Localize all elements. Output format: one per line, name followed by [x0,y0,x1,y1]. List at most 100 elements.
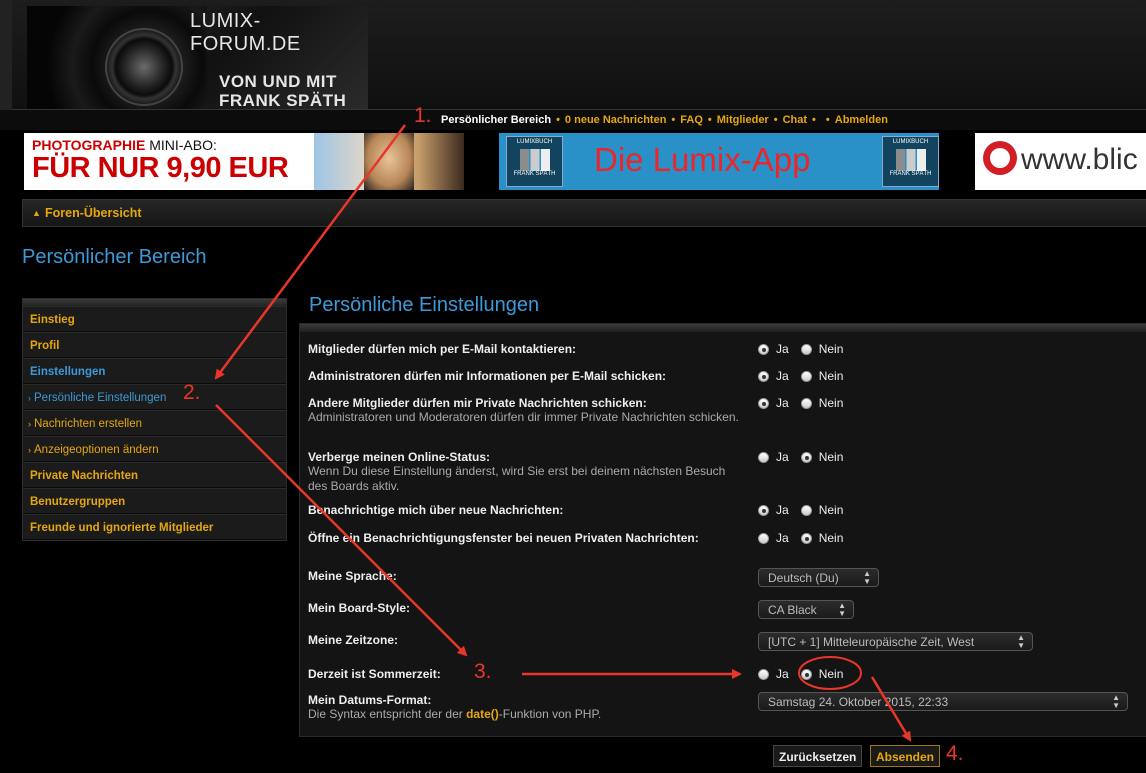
sidebar-item-usergroups[interactable]: Benutzergruppen [23,488,286,514]
logo-site-name: LUMIX-FORUM.DE [190,10,301,55]
radio-yes[interactable] [758,505,769,516]
radio-yes[interactable] [758,398,769,409]
radio-no[interactable] [800,344,812,355]
chevron-right-icon: › [28,445,31,455]
updown-chevron-icon: ▲ ▼ [1017,633,1025,650]
nav-logout[interactable]: Abmelden [835,114,888,126]
sidebar: Einstieg Profil Einstellungen › Persönlic… [22,298,287,541]
banner-photographie-abo[interactable]: PHOTOGRAPHIE MINI-ABO: FÜR NUR 9,90 EUR [24,133,464,190]
breadcrumb-forum-index[interactable]: Foren-Übersicht [45,206,142,220]
radio-yes[interactable] [758,669,769,680]
radio-yes-label: Ja [776,369,789,383]
radio-no[interactable] [800,371,812,382]
radio-group-allow-pm: Ja Nein [758,396,855,410]
radio-no-label: Nein [818,396,844,410]
date-function-link[interactable]: date() [466,707,499,721]
timezone-select[interactable]: [UTC + 1] Mitteleuropäische Zeit, West ▲… [758,632,1033,651]
radio-no-label: Nein [818,667,844,681]
setting-description: Die Syntax entspricht der der date()-Fun… [308,707,601,722]
banner1-offer: MINI-ABO: [145,137,217,153]
nav-separator: • [671,114,676,126]
radio-yes-label: Ja [776,342,789,356]
timezone-select-value: [UTC + 1] Mitteleuropäische Zeit, West [768,635,975,649]
page: LUMIX-FORUM.DE VON UND MIT FRANK SPÄTH P… [0,0,1146,773]
submit-button[interactable]: Absenden [870,745,941,767]
radio-yes[interactable] [758,452,769,463]
date-format-select-value: Samstag 24. Oktober 2015, 22:33 [768,695,949,709]
magazine-face-image [364,133,414,190]
nav-new-messages[interactable]: neue Nachrichten [574,114,666,126]
radio-group-notify-pm: Ja Nein [758,503,855,517]
banner-lumix-app[interactable]: LUMIXBUCH FRANK SPÄTH Die Lumix-App LUMIX… [499,133,939,190]
banner-blic[interactable]: www.blic [975,133,1146,190]
sidebar-item-settings[interactable]: Einstellungen [23,358,286,384]
caret-up-icon: ▲ [32,208,41,218]
setting-label: Meine Sprache: [308,569,397,583]
top-navbar: Persönlicher Bereich • 0 neue Nachrichten •… [0,110,1146,130]
setting-admin-email: Administratoren dürfen mir Informationen… [308,369,666,383]
radio-no-label: Nein [818,450,844,464]
setting-label: Öffne ein Benachrichtigungsfenster bei n… [308,531,699,545]
radio-no[interactable] [800,398,812,409]
nav-personal-area[interactable]: Persönlicher Bereich [441,114,551,126]
radio-no[interactable] [800,533,812,544]
sidebar-item-display-options[interactable]: › Anzeigeoptionen ändern [23,436,286,462]
radio-no[interactable] [800,452,812,463]
radio-yes-label: Ja [776,450,789,464]
setting-board-style: Mein Board-Style: [308,601,410,615]
sidebar-item-compose-messages[interactable]: › Nachrichten erstellen [23,410,286,436]
sidebar-item-label: Nachrichten erstellen [34,418,143,430]
sidebar-header [23,299,286,306]
radio-group-admin-email: Ja Nein [758,369,855,383]
radio-no[interactable] [800,669,812,680]
sidebar-item-private-messages[interactable]: Private Nachrichten [23,462,286,488]
radio-no[interactable] [800,505,812,516]
setting-language: Meine Sprache: [308,569,397,583]
blic-logo-icon [983,141,1017,175]
sidebar-item-friends-foes[interactable]: Freunde und ignorierte Mitglieder [23,514,286,540]
radio-yes[interactable] [758,344,769,355]
panel-title: Persönliche Einstellungen [309,294,540,316]
setting-allow-pm: Andere Mitglieder dürfen mir Private Nac… [308,396,753,425]
setting-hide-online: Verberge meinen Online-Status: Wenn Du d… [308,450,753,494]
style-select[interactable]: CA Black ▲ ▼ [758,600,854,619]
radio-yes-label: Ja [776,396,789,410]
nav-chat[interactable]: Chat [783,114,807,126]
language-select[interactable]: Deutsch (Du) ▲ ▼ [758,568,879,587]
sidebar-item-overview[interactable]: Einstieg [23,306,286,332]
lumixbuch-logo-icon: LUMIXBUCH FRANK SPÄTH [882,136,939,187]
nav-separator: • [825,114,830,126]
setting-timezone: Meine Zeitzone: [308,633,398,647]
nav-faq[interactable]: FAQ [680,114,703,126]
banner1-headline: PHOTOGRAPHIE MINI-ABO: [32,137,217,153]
nav-members[interactable]: Mitglieder [717,114,769,126]
setting-label: Mein Board-Style: [308,601,411,615]
annotation-step-4: 4. [946,742,964,765]
setting-label: Derzeit ist Sommerzeit: [308,667,441,681]
panel-header [300,324,1146,332]
setting-label: Administratoren dürfen mir Informationen… [308,369,667,383]
setting-label: Verberge meinen Online-Status: [308,450,491,464]
banner1-price: FÜR NUR 9,90 EUR [32,152,289,184]
banner2-text: Die Lumix-App [594,141,811,178]
logo-tagline-1: VON UND MIT [219,72,337,91]
radio-yes[interactable] [758,371,769,382]
updown-chevron-icon: ▲ ▼ [863,569,871,586]
sidebar-item-profile[interactable]: Profil [23,332,286,358]
radio-no-label: Nein [818,342,844,356]
sidebar-item-personal-settings[interactable]: › Persönliche Einstellungen [23,384,286,410]
setting-label: Andere Mitglieder dürfen mir Private Nac… [308,396,647,410]
chart-bars-icon [519,149,550,171]
radio-yes-label: Ja [776,667,789,681]
lumixbuch-logo-top: LUMIXBUCH [892,139,929,145]
radio-yes[interactable] [758,533,769,544]
radio-no-label: Nein [818,369,844,383]
date-format-select[interactable]: Samstag 24. Oktober 2015, 22:33 ▲ ▼ [758,692,1128,711]
chevron-right-icon: › [28,393,31,403]
site-logo[interactable]: LUMIX-FORUM.DE VON UND MIT FRANK SPÄTH [27,6,368,109]
reset-button[interactable]: Zurücksetzen [773,745,863,767]
nav-separator: • [556,114,560,126]
lumixbuch-logo-bottom: FRANK SPÄTH [889,171,932,177]
radio-yes-label: Ja [776,531,789,545]
nav-new-count[interactable]: 0 [565,114,571,126]
